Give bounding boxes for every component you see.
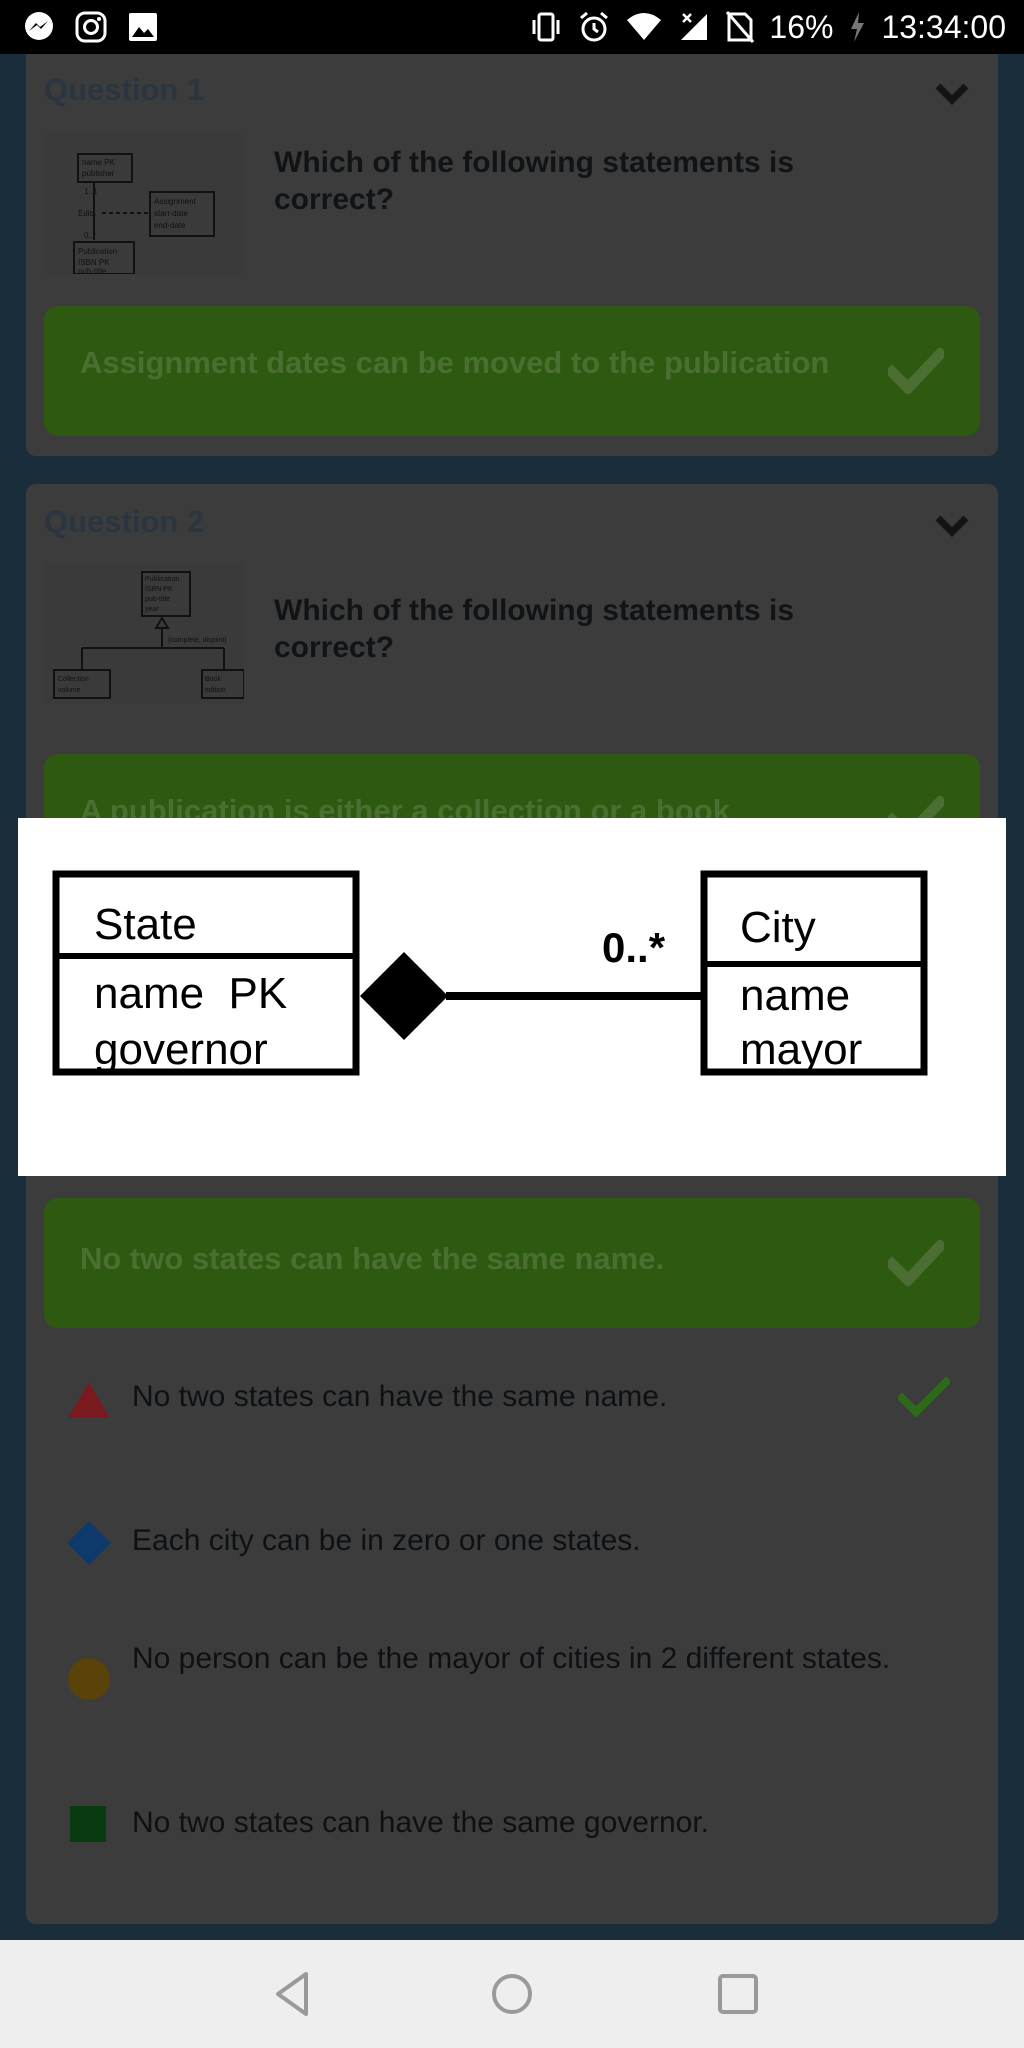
clock: 13:34:00 bbox=[881, 8, 1006, 45]
circle-icon bbox=[68, 1658, 110, 1700]
city-attribute: name bbox=[740, 971, 850, 1020]
thumb-text: Collection bbox=[58, 676, 89, 683]
thumb-text: pub-title bbox=[78, 267, 107, 274]
question-title: Question 1 bbox=[44, 72, 205, 107]
no-signal-icon bbox=[681, 13, 708, 40]
thumb-text: publisher bbox=[82, 169, 115, 178]
back-icon[interactable] bbox=[268, 1968, 320, 2020]
question-thumbnail: Publication ISBN PK pub-title year {comp… bbox=[44, 564, 245, 704]
correct-answer-bar[interactable]: Assignment dates can be moved to the pub… bbox=[44, 306, 980, 436]
state-class-name: State bbox=[94, 900, 197, 949]
enlarged-question-image[interactable]: State name PK governor 0..* City name ma… bbox=[18, 818, 1006, 1176]
question-text: Which of the following statements is cor… bbox=[274, 146, 795, 216]
thumb-text: end-date bbox=[154, 221, 186, 230]
system-nav-bar bbox=[0, 1940, 1024, 2048]
triangle-icon bbox=[68, 1382, 110, 1418]
thumb-text: name PK bbox=[82, 158, 116, 167]
state-attribute: governor bbox=[94, 1025, 268, 1074]
answer-option[interactable]: Each city can be in zero or one states. bbox=[66, 1516, 966, 1576]
instagram-icon bbox=[75, 11, 107, 43]
thumb-text: Publication bbox=[78, 247, 117, 256]
thumb-text: Publication bbox=[145, 576, 179, 583]
option-text: No two states can have the same name. bbox=[132, 1380, 668, 1413]
thumb-text: Assignment bbox=[154, 197, 197, 206]
question-card-1[interactable]: Question 1 name PK publisher 1..1 Edits … bbox=[26, 54, 998, 456]
recents-icon[interactable] bbox=[712, 1968, 764, 2020]
chevron-down-icon[interactable] bbox=[934, 82, 970, 106]
thumb-text: volume bbox=[58, 687, 81, 694]
correct-answer-bar[interactable]: No two states can have the same name. bbox=[44, 1198, 980, 1328]
answer-option[interactable]: No person can be the mayor of cities in … bbox=[66, 1640, 966, 1720]
diamond-icon bbox=[67, 1521, 111, 1565]
vibrate-icon bbox=[532, 12, 560, 42]
option-text: No two states can have the same governor… bbox=[132, 1806, 709, 1839]
wifi-icon bbox=[627, 13, 662, 40]
option-text: No person can be the mayor of cities in … bbox=[132, 1642, 891, 1675]
messenger-icon bbox=[25, 12, 53, 40]
city-attribute: mayor bbox=[740, 1025, 862, 1074]
thumb-text: Edits bbox=[78, 209, 96, 218]
thumb-text: start-date bbox=[154, 209, 188, 218]
no-sim-icon bbox=[726, 11, 755, 43]
question-thumbnail: name PK publisher 1..1 Edits Assignment … bbox=[44, 134, 244, 276]
check-icon bbox=[898, 1376, 950, 1418]
correct-answer-text: No two states can have the same name. bbox=[80, 1241, 665, 1276]
alarm-icon bbox=[580, 11, 609, 42]
thumb-text: edition bbox=[205, 687, 226, 694]
square-icon bbox=[70, 1806, 106, 1842]
home-icon[interactable] bbox=[486, 1968, 538, 2020]
city-class-name: City bbox=[740, 903, 816, 952]
thumb-text: Book bbox=[205, 676, 221, 683]
status-bar: 16% 13:34:00 bbox=[0, 0, 1024, 54]
gallery-icon bbox=[129, 13, 157, 41]
thumb-text: 1..1 bbox=[84, 187, 98, 196]
multiplicity-label: 0..* bbox=[602, 924, 666, 971]
check-icon bbox=[888, 348, 944, 394]
answer-option[interactable]: No two states can have the same name. bbox=[66, 1374, 966, 1434]
composition-diamond bbox=[360, 952, 448, 1040]
thumb-text: {complete, disjoint} bbox=[168, 637, 227, 644]
option-text: Each city can be in zero or one states. bbox=[132, 1524, 641, 1557]
thumb-text: 0..* bbox=[84, 231, 96, 240]
battery-percentage: 16% bbox=[769, 8, 834, 45]
correct-answer-text: Assignment dates can be moved to the pub… bbox=[80, 345, 830, 380]
answer-option[interactable]: No two states can have the same governor… bbox=[66, 1800, 966, 1860]
state-attribute: name PK bbox=[94, 969, 287, 1018]
charging-icon bbox=[851, 12, 865, 42]
uml-diagram: State name PK governor 0..* City name ma… bbox=[52, 870, 928, 1076]
question-title: Question 2 bbox=[44, 504, 205, 539]
chevron-down-icon[interactable] bbox=[934, 514, 970, 538]
thumb-text: ISBN PK bbox=[145, 586, 173, 593]
thumb-text: ISBN PK bbox=[78, 258, 110, 267]
question-text: Which of the following statements is cor… bbox=[274, 594, 795, 664]
thumb-text: pub-title bbox=[145, 596, 170, 603]
thumb-text: year bbox=[145, 606, 159, 613]
check-icon bbox=[888, 1240, 944, 1286]
